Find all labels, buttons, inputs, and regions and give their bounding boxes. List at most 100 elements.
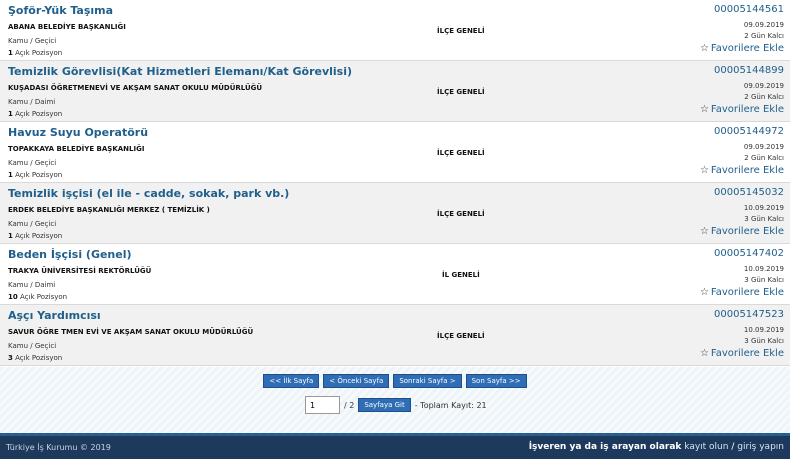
register-link[interactable]: kayıt olun — [684, 442, 728, 452]
add-favorite-label: Favorilere Ekle — [710, 287, 784, 298]
go-to-page-button[interactable]: Sayfaya Git — [358, 398, 411, 412]
login-link[interactable]: giriş yapın — [737, 442, 784, 452]
first-page-button[interactable]: << İlk Sayfa — [263, 374, 320, 388]
total-pages: / 2 — [344, 400, 355, 410]
listing-date: 10.09.2019 — [743, 204, 784, 212]
job-title-link[interactable]: Beden İşçisi (Genel) — [8, 248, 132, 261]
employment-type: Kamu / Geçici — [8, 342, 57, 350]
employment-type: Kamu / Daimi — [8, 98, 56, 106]
listing-ref-link[interactable]: 00005147523 — [714, 309, 784, 320]
employer-name: ABANA BELEDİYE BAŞKANLIĞI — [8, 23, 126, 31]
positions-label: Açık Pozisyon — [15, 232, 63, 240]
employer-name: SAVUR ÖĞRE TMEN EVİ VE AKŞAM SANAT OKULU… — [8, 328, 254, 336]
days-remaining: 2 Gün Kalcı — [744, 93, 784, 101]
positions-count: 1 — [8, 232, 13, 240]
star-icon: ☆ — [699, 348, 709, 359]
days-remaining: 3 Gün Kalcı — [744, 215, 784, 223]
job-title-link[interactable]: Temizlik işçisi (el ile - cadde, sokak, … — [8, 187, 289, 200]
positions-count: 1 — [8, 110, 13, 118]
positions-label: Açık Pozisyon — [15, 49, 63, 57]
listing-ref-link[interactable]: 00005145032 — [714, 187, 784, 198]
job-title-link[interactable]: Temizlik Görevlisi(Kat Hizmetleri Eleman… — [8, 65, 352, 78]
job-listing-row: Havuz Suyu Operatörü TOPAKKAYA BELEDİYE … — [0, 122, 790, 183]
positions-count: 1 — [8, 49, 13, 57]
days-remaining: 3 Gün Kalcı — [744, 337, 784, 345]
scope-label: İLÇE GENELİ — [437, 88, 485, 96]
page-number-input[interactable] — [305, 396, 340, 414]
add-favorite-label: Favorilere Ekle — [710, 43, 784, 54]
page-jump: / 2 Sayfaya Git - Toplam Kayıt: 21 — [305, 396, 487, 414]
employer-name: KUŞADASI ÖĞRETMENEVİ VE AKŞAM SANAT OKUL… — [8, 84, 263, 92]
listing-date: 09.09.2019 — [743, 143, 784, 151]
listing-ref-link[interactable]: 00005144972 — [714, 126, 784, 137]
footer-separator: / — [731, 442, 735, 452]
job-title-link[interactable]: Havuz Suyu Operatörü — [8, 126, 148, 139]
star-icon: ☆ — [699, 287, 709, 298]
footer: Türkiye İş Kurumu © 2019 İşveren ya da i… — [0, 433, 790, 459]
positions-count: 1 — [8, 171, 13, 179]
listing-ref-link[interactable]: 00005147402 — [714, 248, 784, 259]
listing-ref-link[interactable]: 00005144899 — [714, 65, 784, 76]
add-favorite-label: Favorilere Ekle — [710, 348, 784, 359]
job-listing-row: Beden İşçisi (Genel) TRAKYA ÜNİVERSİTESİ… — [0, 244, 790, 305]
scope-label: İL GENELİ — [442, 271, 480, 279]
next-page-button[interactable]: Sonraki Sayfa > — [393, 374, 462, 388]
positions-label: Açık Pozisyon — [15, 110, 63, 118]
pagination-buttons: << İlk Sayfa < Önceki Sayfa Sonraki Sayf… — [0, 374, 790, 388]
listing-date: 10.09.2019 — [743, 265, 784, 273]
job-listing-row: Temizlik Görevlisi(Kat Hizmetleri Eleman… — [0, 61, 790, 122]
footer-cta: İşveren ya da iş arayan olarak kayıt olu… — [529, 442, 784, 452]
days-remaining: 2 Gün Kalcı — [744, 32, 784, 40]
add-favorite-button[interactable]: ☆ Favorilere Ekle — [700, 287, 784, 298]
employment-type: Kamu / Geçici — [8, 220, 57, 228]
add-favorite-button[interactable]: ☆ Favorilere Ekle — [700, 43, 784, 54]
open-positions: 1 Açık Pozisyon — [8, 110, 62, 118]
add-favorite-label: Favorilere Ekle — [710, 226, 784, 237]
listing-date: 09.09.2019 — [743, 21, 784, 29]
open-positions: 3 Açık Pozisyon — [8, 354, 62, 362]
job-title-link[interactable]: Aşçı Yardımcısı — [8, 309, 101, 322]
employer-name: TRAKYA ÜNİVERSİTESİ REKTÖRLÜĞÜ — [8, 267, 152, 275]
star-icon: ☆ — [699, 43, 709, 54]
job-title-link[interactable]: Şoför-Yük Taşıma — [8, 4, 113, 17]
add-favorite-button[interactable]: ☆ Favorilere Ekle — [700, 104, 784, 115]
positions-count: 10 — [8, 293, 18, 301]
positions-count: 3 — [8, 354, 13, 362]
employer-name: TOPAKKAYA BELEDİYE BAŞKANLIĞI — [8, 145, 145, 153]
job-listings: Şoför-Yük Taşıma ABANA BELEDİYE BAŞKANLI… — [0, 0, 790, 366]
star-icon: ☆ — [699, 104, 709, 115]
positions-label: Açık Pozisyon — [19, 293, 68, 301]
scope-label: İLÇE GENELİ — [437, 27, 485, 35]
scope-label: İLÇE GENELİ — [437, 210, 485, 218]
star-icon: ☆ — [699, 226, 709, 237]
employment-type: Kamu / Geçici — [8, 159, 57, 167]
add-favorite-label: Favorilere Ekle — [710, 165, 784, 176]
open-positions: 10 Açık Pozisyon — [8, 293, 67, 301]
listing-ref-link[interactable]: 00005144561 — [714, 4, 784, 15]
listing-date: 09.09.2019 — [743, 82, 784, 90]
open-positions: 1 Açık Pozisyon — [8, 232, 62, 240]
job-listing-row: Şoför-Yük Taşıma ABANA BELEDİYE BAŞKANLI… — [0, 0, 790, 61]
open-positions: 1 Açık Pozisyon — [8, 49, 62, 57]
previous-page-button[interactable]: < Önceki Sayfa — [323, 374, 390, 388]
positions-label: Açık Pozisyon — [15, 171, 63, 179]
add-favorite-button[interactable]: ☆ Favorilere Ekle — [700, 226, 784, 237]
days-remaining: 3 Gün Kalcı — [744, 276, 784, 284]
add-favorite-button[interactable]: ☆ Favorilere Ekle — [700, 348, 784, 359]
footer-cta-text: İşveren ya da iş arayan olarak — [528, 442, 682, 452]
add-favorite-label: Favorilere Ekle — [710, 104, 784, 115]
pagination: << İlk Sayfa < Önceki Sayfa Sonraki Sayf… — [0, 367, 790, 433]
job-listing-row: Aşçı Yardımcısı SAVUR ÖĞRE TMEN EVİ VE A… — [0, 305, 790, 366]
employment-type: Kamu / Daimi — [8, 281, 56, 289]
add-favorite-button[interactable]: ☆ Favorilere Ekle — [700, 165, 784, 176]
star-icon: ☆ — [699, 165, 709, 176]
employment-type: Kamu / Geçici — [8, 37, 57, 45]
last-page-button[interactable]: Son Sayfa >> — [465, 374, 527, 388]
total-records: - Toplam Kayıt: 21 — [414, 400, 487, 410]
open-positions: 1 Açık Pozisyon — [8, 171, 62, 179]
scope-label: İLÇE GENELİ — [437, 149, 485, 157]
copyright: Türkiye İş Kurumu © 2019 — [6, 443, 111, 452]
scope-label: İLÇE GENELİ — [437, 332, 485, 340]
positions-label: Açık Pozisyon — [15, 354, 63, 362]
days-remaining: 2 Gün Kalcı — [744, 154, 784, 162]
